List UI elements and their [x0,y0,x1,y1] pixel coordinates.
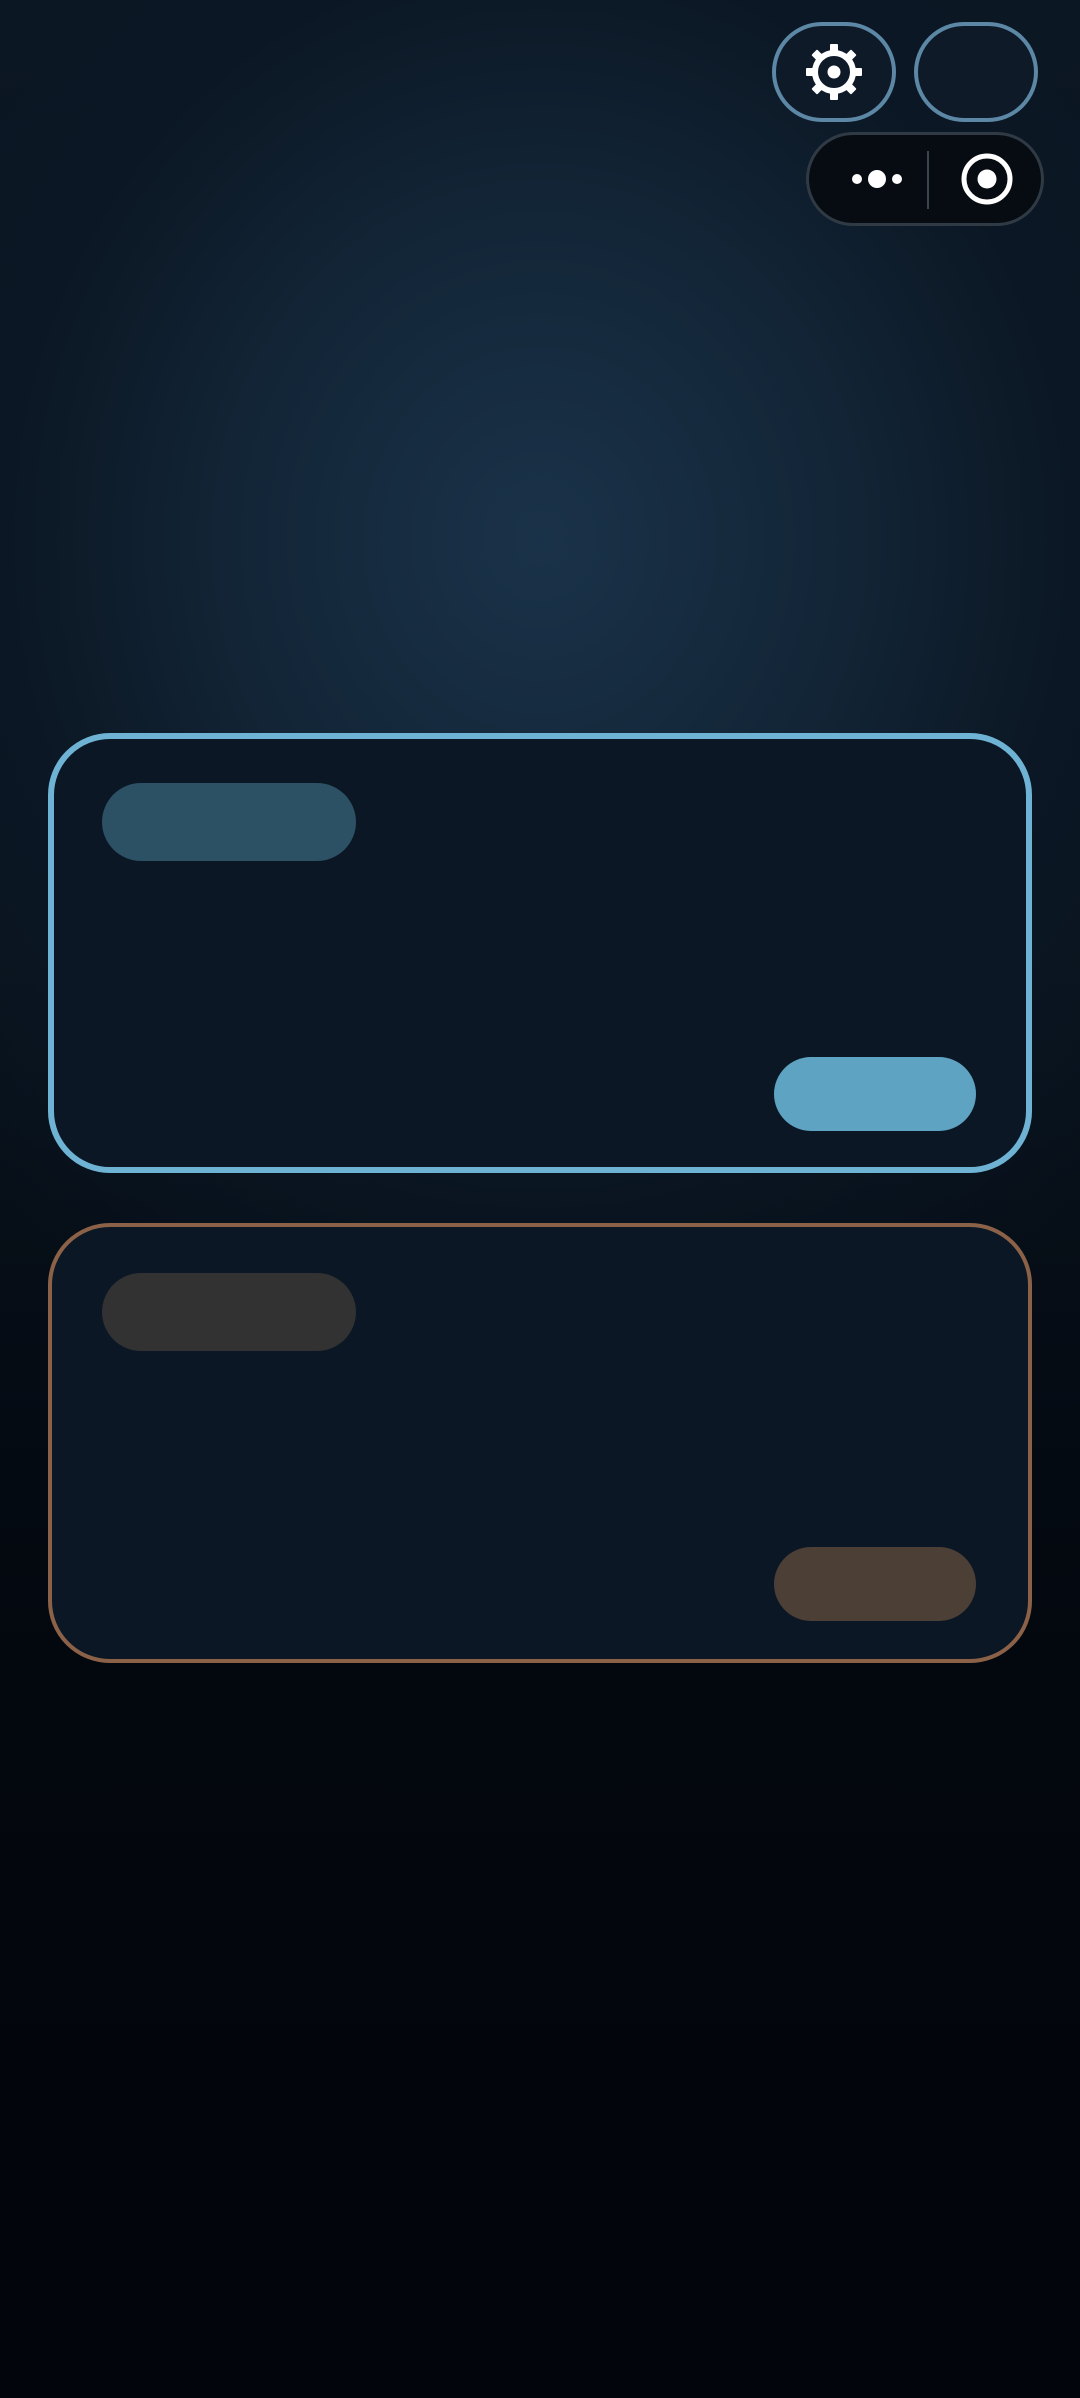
settings-button[interactable] [772,22,896,122]
profile-button[interactable] [914,22,1038,122]
capsule-divider [927,151,929,209]
card-action-button[interactable] [774,1057,976,1131]
gear-icon [806,44,862,100]
target-icon [961,153,1013,205]
card-action-button[interactable] [774,1547,976,1621]
card-tag [102,783,356,861]
option-card-secondary[interactable] [48,1223,1032,1663]
card-tag [102,1273,356,1351]
option-card-primary[interactable] [48,733,1032,1173]
mini-program-capsule [806,132,1044,226]
more-button[interactable] [831,135,923,223]
close-button[interactable] [941,135,1033,223]
more-dots-icon [852,170,902,188]
